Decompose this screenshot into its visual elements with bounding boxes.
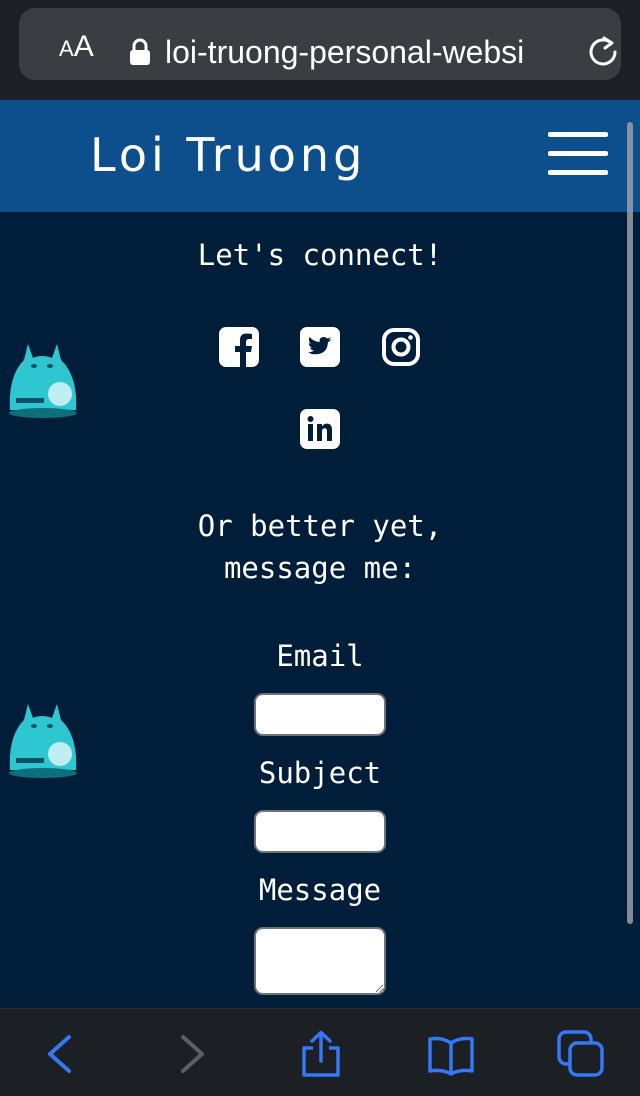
text-size-large-label: A <box>73 30 94 63</box>
reload-icon[interactable] <box>585 34 621 70</box>
browser-top-bar: AA loi-truong-personal-websi <box>0 0 640 100</box>
lock-icon <box>130 38 150 65</box>
address-bar[interactable]: AA loi-truong-personal-websi <box>19 8 621 80</box>
text-size-small-label: A <box>59 36 74 61</box>
twitter-icon <box>300 327 340 367</box>
back-icon <box>48 1035 71 1073</box>
share-icon <box>302 1030 340 1077</box>
bookmarks-icon <box>428 1036 474 1076</box>
forward-icon <box>181 1035 204 1073</box>
forward-button[interactable] <box>166 1029 216 1079</box>
subject-field[interactable] <box>254 810 386 853</box>
browser-bottom-toolbar <box>0 1008 640 1096</box>
connect-heading: Let's connect! <box>197 238 443 272</box>
message-heading-line2: message me: <box>223 551 417 585</box>
tabs-button[interactable] <box>556 1029 606 1079</box>
facebook-link[interactable] <box>219 327 259 367</box>
site-header: Loi Truong <box>0 100 640 212</box>
share-button[interactable] <box>296 1029 346 1079</box>
url-fade <box>525 28 567 76</box>
hamburger-menu-icon[interactable] <box>548 132 608 176</box>
site-title[interactable]: Loi Truong <box>90 128 366 183</box>
twitter-link[interactable] <box>300 327 340 367</box>
subject-label: Subject <box>258 756 382 790</box>
bookmarks-button[interactable] <box>426 1029 476 1079</box>
totoro-icon <box>9 344 77 418</box>
instagram-link[interactable] <box>381 327 421 367</box>
email-field[interactable] <box>254 693 386 736</box>
linkedin-icon <box>300 409 340 449</box>
url-text[interactable]: loi-truong-personal-websi <box>165 30 565 74</box>
text-size-button[interactable]: AA <box>59 32 94 62</box>
tabs-icon <box>557 1030 604 1077</box>
message-field[interactable] <box>254 927 386 995</box>
linkedin-link[interactable] <box>300 409 340 449</box>
email-label: Email <box>276 639 364 673</box>
message-heading-line1: Or better yet, <box>197 509 443 543</box>
message-label: Message <box>258 873 382 907</box>
message-heading: Or better yet, message me: <box>0 505 640 589</box>
instagram-icon <box>382 328 420 366</box>
facebook-icon <box>219 327 259 367</box>
back-button[interactable] <box>36 1029 86 1079</box>
